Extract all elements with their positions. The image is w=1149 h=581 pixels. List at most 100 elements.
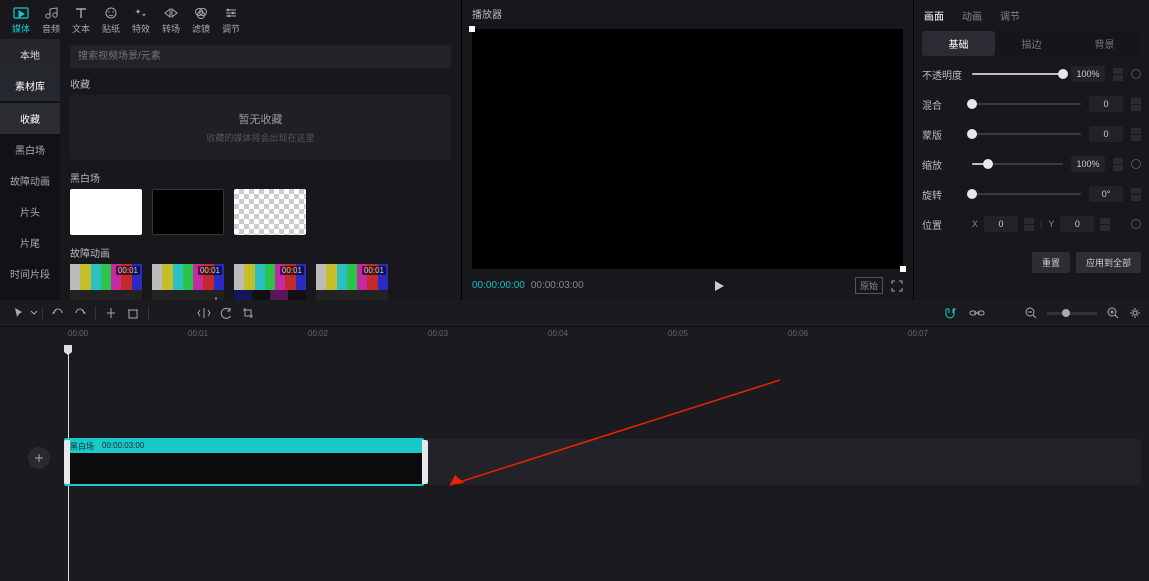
tab-media[interactable]: 媒体 [6,2,36,39]
link-icon[interactable] [969,307,985,319]
spinner-rotate[interactable] [1131,188,1141,201]
reset-opacity[interactable] [1131,69,1141,79]
pos-x-label: X [972,219,978,229]
aspect-ratio-button[interactable]: 原始 [855,277,883,294]
spinner-mask[interactable] [1131,128,1141,141]
clip-handle-right[interactable] [422,440,428,484]
split-button[interactable] [100,304,122,322]
cat-outro[interactable]: 片尾 [0,227,60,258]
timeline-ruler[interactable]: 00:00 00:01 00:02 00:03 00:04 00:05 00:0… [0,327,1149,345]
duration-tag: 00:01 [116,266,140,275]
value-rotate[interactable]: 0° [1089,186,1123,202]
magnet-icon[interactable] [943,307,959,319]
delete-button[interactable] [122,304,144,322]
text-icon [73,6,89,20]
timecode-duration: 00:00:03:00 [531,280,584,291]
zoom-slider[interactable] [1047,312,1097,315]
thumb-smpte-1[interactable]: 00:01 [234,264,306,300]
mirror-button[interactable] [193,304,215,322]
value-opacity[interactable]: 100% [1071,66,1105,82]
zoom-in-icon[interactable] [1107,307,1119,319]
thumb-testcard-1[interactable]: 00:01 [70,264,142,300]
side-local[interactable]: 本地 [0,39,60,70]
subtab-stroke[interactable]: 描边 [995,31,1068,56]
favorites-empty: 暂无收藏 收藏的媒体将会出现在这里 [70,95,451,160]
value-pos-y[interactable]: 0 [1060,216,1094,232]
player-canvas[interactable] [472,29,903,269]
tab-audio[interactable]: 音频 [36,2,66,39]
reset-button[interactable]: 重置 [1032,252,1070,273]
insp-tab-picture[interactable]: 画面 [924,8,944,23]
slider-scale[interactable] [972,163,1063,165]
thumb-black[interactable] [152,189,224,235]
subtab-bg[interactable]: 背景 [1068,31,1141,56]
spinner-blend[interactable] [1131,98,1141,111]
value-mask[interactable]: 0 [1089,126,1123,142]
label-mask: 蒙版 [922,127,964,142]
tab-label: 媒体 [12,22,30,35]
slider-rotate[interactable] [972,193,1081,195]
tab-transition[interactable]: 转场 [156,2,186,39]
thumb-smpte-2[interactable]: 00:01 [316,264,388,300]
thumb-transparent[interactable] [234,189,306,235]
thumb-white[interactable] [70,189,142,235]
duration-tag: 00:01 [198,266,222,275]
cat-fav[interactable]: 收藏 [0,103,60,134]
search-input[interactable] [70,45,451,68]
ruler-tick: 00:05 [668,329,688,338]
tab-adjust[interactable]: 调节 [216,2,246,39]
redo-button[interactable] [69,304,91,322]
ruler-tick: 00:03 [428,329,448,338]
tracks-area[interactable]: 黑白场 00:00:03:00 [0,345,1149,581]
cat-intro[interactable]: 片头 [0,196,60,227]
chevron-down-icon[interactable] [30,308,38,318]
pointer-tool[interactable] [8,304,30,322]
spinner-pos-y[interactable] [1100,218,1110,231]
value-pos-x[interactable]: 0 [984,216,1018,232]
insp-tab-adjust[interactable]: 调节 [1000,8,1020,23]
rotate-button[interactable] [215,304,237,322]
thumb-testcard-2[interactable]: 00:01 [152,264,224,300]
tab-effects[interactable]: 特效 [126,2,156,39]
cat-bw[interactable]: 黑白场 [0,134,60,165]
insp-tab-anim[interactable]: 动画 [962,8,982,23]
section-fav-title: 收藏 [70,76,451,91]
spinner-opacity[interactable] [1113,68,1123,81]
add-track-button[interactable] [28,447,50,469]
timeline-clip[interactable]: 黑白场 00:00:03:00 [64,438,424,486]
spinner-pos-x[interactable] [1024,218,1034,231]
subtab-basic[interactable]: 基础 [922,31,995,56]
undo-button[interactable] [47,304,69,322]
tab-label: 转场 [162,22,180,35]
clip-handle-left[interactable] [64,440,70,484]
reset-pos[interactable] [1131,219,1141,229]
settings-icon[interactable] [1129,307,1141,319]
slider-opacity[interactable] [972,73,1063,75]
spinner-scale[interactable] [1113,158,1123,171]
apply-all-button[interactable]: 应用到全部 [1076,252,1141,273]
side-library[interactable]: 素材库 [0,70,60,101]
video-track[interactable]: 黑白场 00:00:03:00 [64,439,1141,485]
play-button[interactable] [713,280,725,292]
slider-blend[interactable] [972,103,1081,105]
value-blend[interactable]: 0 [1089,96,1123,112]
filter-icon [193,6,209,20]
label-blend: 混合 [922,97,964,112]
player-title: 播放器 [462,0,913,27]
cat-glitch[interactable]: 故障动画 [0,165,60,196]
tab-text[interactable]: 文本 [66,2,96,39]
value-scale[interactable]: 100% [1071,156,1105,172]
slider-mask[interactable] [972,133,1081,135]
row-position: 位置 X 0 | Y 0 [922,216,1141,232]
zoom-out-icon[interactable] [1025,307,1037,319]
cat-time[interactable]: 时间片段 [0,258,60,289]
side-category-nav: 本地 素材库 收藏 黑白场 故障动画 片头 片尾 时间片段 搞笑片段 搞笑动物 … [0,39,60,300]
fullscreen-icon[interactable] [891,280,903,292]
tab-label: 文本 [72,22,90,35]
reset-scale[interactable] [1131,159,1141,169]
timeline-panel: 00:00 00:01 00:02 00:03 00:04 00:05 00:0… [0,300,1149,581]
crop-button[interactable] [237,304,259,322]
tab-sticker[interactable]: 贴纸 [96,2,126,39]
tab-filter[interactable]: 滤镜 [186,2,216,39]
clip-name: 黑白场 [70,441,94,452]
